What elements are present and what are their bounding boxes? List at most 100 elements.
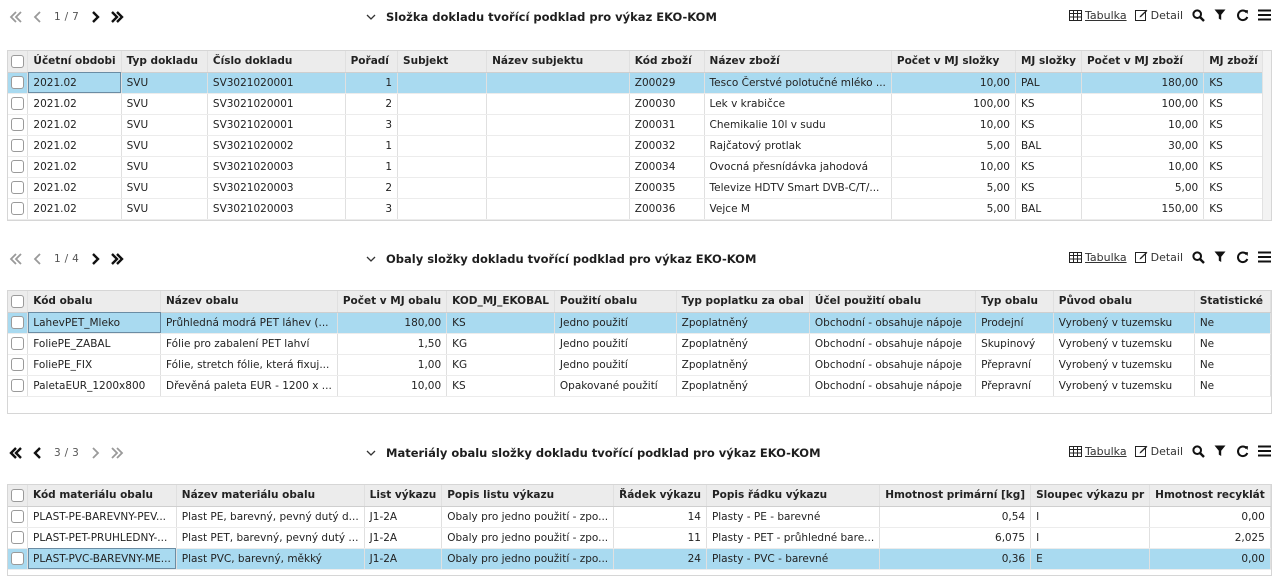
table-cell[interactable]: 150,00 (1081, 198, 1205, 220)
column-header[interactable]: Sloupec výkazu pr (1030, 485, 1151, 507)
table-cell[interactable]: I (1030, 527, 1151, 549)
column-header[interactable]: Kód materiálu obalu (27, 485, 177, 507)
table-cell[interactable]: Vyrobený v tuzemsku (1053, 375, 1195, 397)
table-cell[interactable]: Ovocná přesnídávka jahodová (704, 156, 892, 178)
column-header[interactable]: MJ zboží (1203, 51, 1271, 73)
last-page-icon[interactable] (109, 251, 125, 267)
column-header[interactable]: Subjekt (397, 51, 488, 73)
table-cell[interactable]: Dřevěná paleta EUR - 1200 x ... (160, 375, 338, 397)
table-cell[interactable]: Chemikalie 10l v sudu (704, 114, 892, 136)
view-table-button[interactable]: Tabulka (1069, 445, 1127, 458)
row-checkbox[interactable] (11, 139, 24, 152)
column-header[interactable]: Popis řádku výkazu (706, 485, 881, 507)
row-checkbox[interactable] (11, 337, 24, 350)
table-cell[interactable]: Obchodní - obsahuje nápoje (809, 333, 977, 355)
table-cell[interactable]: Zpoplatněný (676, 312, 810, 334)
table-cell[interactable]: Průhledná modrá PET láhev (... (160, 312, 338, 334)
table-cell[interactable] (397, 114, 488, 136)
table-cell[interactable]: 3 (345, 198, 399, 220)
table-cell[interactable]: 24 (613, 548, 707, 570)
table-cell[interactable]: Obchodní - obsahuje nápoje (809, 375, 977, 397)
table-cell[interactable]: 1 (345, 156, 399, 178)
table-cell[interactable]: Z00035 (629, 177, 705, 199)
select-all-checkbox[interactable] (11, 488, 24, 502)
table-cell[interactable]: Přepravní (975, 375, 1054, 397)
table-cell[interactable]: 2021.02 (27, 198, 122, 220)
table-cell[interactable]: SVU (121, 93, 208, 115)
first-page-icon[interactable] (8, 9, 24, 25)
filter-icon[interactable] (1213, 444, 1227, 458)
table-cell[interactable]: K (1270, 527, 1271, 549)
table-cell[interactable]: KS (1203, 177, 1271, 199)
column-header[interactable]: Typ dokladu (121, 51, 208, 73)
table-cell[interactable]: BAL (1015, 135, 1082, 157)
table-cell[interactable]: SVU (121, 198, 208, 220)
table-cell[interactable] (486, 72, 630, 94)
view-table-button[interactable]: Tabulka (1069, 251, 1127, 264)
table-cell[interactable] (397, 198, 488, 220)
column-header[interactable]: Název subjektu (486, 51, 630, 73)
column-header[interactable]: Název zboží (704, 51, 892, 73)
table-cell[interactable] (397, 177, 488, 199)
table-cell[interactable]: SVU (121, 72, 208, 94)
table-cell[interactable]: 3 (345, 114, 399, 136)
table-cell[interactable]: KS (1203, 135, 1271, 157)
table-cell[interactable]: 2,025 (1149, 527, 1271, 549)
table-cell[interactable]: Vyrobený v tuzemsku (1053, 333, 1195, 355)
table-row[interactable]: LahevPET_Mleko Průhledná modrá PET láhev … (8, 312, 1271, 334)
last-page-icon[interactable] (109, 445, 125, 461)
table-cell[interactable]: Fólie, stretch fólie, která fixuj... (160, 354, 338, 376)
table-cell[interactable]: 10,00 (891, 114, 1016, 136)
table-cell[interactable]: KS (446, 312, 555, 334)
table-cell[interactable]: PAL (1015, 72, 1082, 94)
table-cell[interactable]: 0,00 (1149, 506, 1271, 528)
menu-icon[interactable] (1257, 250, 1271, 264)
table-cell[interactable]: Jedno použití (554, 354, 677, 376)
table-cell[interactable]: 30,00 (1081, 135, 1205, 157)
prev-page-icon[interactable] (30, 9, 46, 25)
table-cell[interactable]: Jedno použití (554, 312, 677, 334)
table-row[interactable]: PaletaEUR_1200x800 Dřevěná paleta EUR - 1… (8, 375, 1271, 397)
table-cell[interactable]: 6,075 (879, 527, 1032, 549)
table-cell[interactable]: SV3021020002 (207, 135, 346, 157)
table-cell[interactable]: KG (446, 354, 555, 376)
next-page-icon[interactable] (87, 445, 103, 461)
refresh-icon[interactable] (1235, 250, 1249, 264)
table-cell[interactable]: 0,54 (879, 506, 1032, 528)
table-cell[interactable]: 2021.02 (27, 72, 122, 94)
table-cell[interactable] (397, 156, 488, 178)
table-cell[interactable]: SV3021020003 (207, 198, 346, 220)
table-cell[interactable]: 2 (345, 177, 399, 199)
table-cell[interactable]: LahevPET_Mleko (27, 312, 162, 334)
table-row[interactable]: 2021.02 SVU SV3021020003 1 Z00034 Ovocná přes… (8, 156, 1271, 178)
table-cell[interactable]: Obaly pro jedno použití - zpo... (441, 527, 615, 549)
row-checkbox[interactable] (11, 531, 24, 544)
panel2-title[interactable]: Obaly složky dokladu tvořící podklad pro… (366, 252, 756, 266)
table-cell[interactable]: SVU (121, 135, 208, 157)
first-page-icon[interactable] (8, 445, 24, 461)
column-header[interactable]: MJ složky (1015, 51, 1082, 73)
refresh-icon[interactable] (1235, 444, 1249, 458)
table-cell[interactable]: SVU (121, 156, 208, 178)
table-cell[interactable]: 180,00 (1081, 72, 1205, 94)
column-header[interactable]: Účel použití obalu (809, 291, 977, 313)
table-cell[interactable]: Fólie pro zabalení PET lahví (160, 333, 338, 355)
table-cell[interactable]: Plasty - PET - průhledné bare... (706, 527, 881, 549)
table-cell[interactable]: 2021.02 (27, 156, 122, 178)
prev-page-icon[interactable] (30, 445, 46, 461)
table-cell[interactable]: Rajčatový protlak (704, 135, 892, 157)
table-cell[interactable]: Ne (1194, 333, 1271, 355)
table-cell[interactable]: SVU (121, 114, 208, 136)
last-page-icon[interactable] (109, 9, 125, 25)
table-cell[interactable]: 2021.02 (27, 135, 122, 157)
row-checkbox[interactable] (11, 510, 24, 523)
table-cell[interactable]: 1,00 (337, 354, 448, 376)
table-cell[interactable]: Prodejní (975, 312, 1054, 334)
table-cell[interactable]: Plasty - PE - barevné (706, 506, 881, 528)
table-cell[interactable]: SVU (121, 177, 208, 199)
table-cell[interactable]: 10,00 (1081, 114, 1205, 136)
table-row[interactable]: 2021.02 SVU SV3021020001 3 Z00031 Chemikalie … (8, 114, 1271, 136)
view-detail-button[interactable]: Detail (1134, 9, 1183, 22)
table-cell[interactable]: FoliePE_ZABAL (27, 333, 162, 355)
first-page-icon[interactable] (8, 251, 24, 267)
